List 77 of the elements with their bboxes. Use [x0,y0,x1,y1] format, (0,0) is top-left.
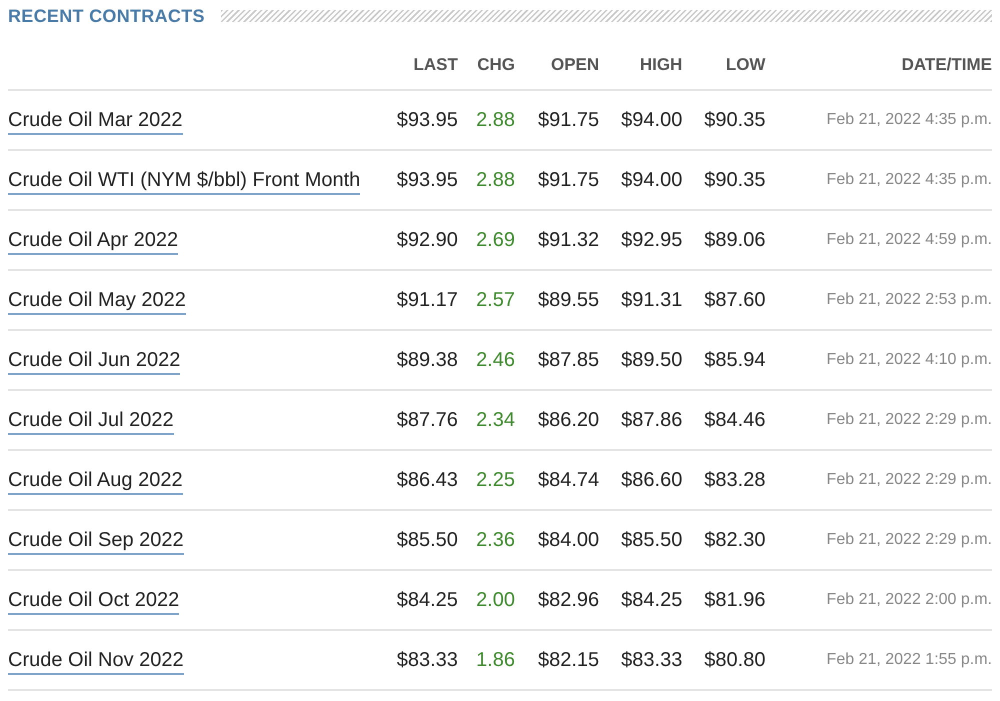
section-title: RECENT CONTRACTS [8,6,205,26]
table-cell: 2.69 [458,210,515,270]
table-cell: $94.00 [599,150,682,210]
column-header: LAST [384,41,458,90]
table-cell: Feb 21, 2022 4:35 p.m. [765,150,992,210]
contract-link[interactable]: Crude Oil Mar 2022 [8,108,183,134]
table-cell: 2.25 [458,450,515,510]
table-cell: $90.35 [682,90,766,150]
table-cell: $91.75 [515,90,600,150]
contract-link[interactable]: Crude Oil Jun 2022 [8,348,180,374]
contract-link[interactable]: Crude Oil Apr 2022 [8,228,178,254]
table-cell: $89.55 [515,270,600,330]
table-cell: $94.00 [599,90,682,150]
table-cell: $91.32 [515,210,600,270]
table-cell: 2.88 [458,150,515,210]
table-cell: $85.94 [682,330,766,390]
table-cell: $81.96 [682,570,766,630]
table-cell: 2.00 [458,570,515,630]
table-cell: $86.60 [599,450,682,510]
table-cell: $87.60 [682,270,766,330]
table-cell: $91.17 [384,270,458,330]
column-header: DATE/TIME [765,41,992,90]
table-cell: 1.86 [458,630,515,690]
table-cell: $83.28 [682,450,766,510]
table-cell: $87.76 [384,390,458,450]
table-cell: Feb 21, 2022 2:53 p.m. [765,270,992,330]
contract-link[interactable]: Crude Oil Nov 2022 [8,648,184,674]
table-cell: 2.34 [458,390,515,450]
table-cell: Feb 21, 2022 4:59 p.m. [765,210,992,270]
table-cell: $84.46 [682,390,766,450]
table-cell: $84.25 [384,570,458,630]
table-cell: $93.95 [384,150,458,210]
table-cell: $86.43 [384,450,458,510]
table-cell: $87.86 [599,390,682,450]
table-cell: $82.15 [515,630,600,690]
table-cell: $84.25 [599,570,682,630]
column-header: LOW [682,41,766,90]
table-cell: Feb 21, 2022 2:00 p.m. [765,570,992,630]
column-header: OPEN [515,41,600,90]
table-cell: Feb 21, 2022 2:29 p.m. [765,390,992,450]
table-cell: Feb 21, 2022 2:29 p.m. [765,510,992,570]
table-cell: $89.06 [682,210,766,270]
table-cell: 2.57 [458,270,515,330]
table-cell: $91.75 [515,150,600,210]
contract-link[interactable]: Crude Oil Jul 2022 [8,408,174,434]
table-cell: $83.33 [384,630,458,690]
contract-link[interactable]: Crude Oil May 2022 [8,288,186,314]
contract-link[interactable]: Crude Oil Aug 2022 [8,468,183,494]
table-cell: $90.35 [682,150,766,210]
table-cell: $80.80 [682,630,766,690]
table-cell: $87.85 [515,330,600,390]
table-cell: 2.88 [458,90,515,150]
table-cell: 2.46 [458,330,515,390]
column-header: CHG [458,41,515,90]
contract-link[interactable]: Crude Oil Sep 2022 [8,528,184,554]
table-cell: $93.95 [384,90,458,150]
table-cell: $92.90 [384,210,458,270]
table-cell: Feb 21, 2022 4:10 p.m. [765,330,992,390]
table-cell: Feb 21, 2022 4:35 p.m. [765,90,992,150]
table-cell: $89.38 [384,330,458,390]
table-cell: $89.50 [599,330,682,390]
table-cell: $83.33 [599,630,682,690]
table-cell: $82.96 [515,570,600,630]
table-cell: $85.50 [384,510,458,570]
table-cell: 2.36 [458,510,515,570]
contract-link[interactable]: Crude Oil WTI (NYM $/bbl) Front Month [8,168,360,194]
contract-link[interactable]: Crude Oil Oct 2022 [8,588,180,614]
table-cell: Feb 21, 2022 1:55 p.m. [765,630,992,690]
table-cell: $92.95 [599,210,682,270]
table-cell: $82.30 [682,510,766,570]
table-cell: $84.00 [515,510,600,570]
column-header: HIGH [599,41,682,90]
table-cell: Feb 21, 2022 2:29 p.m. [765,450,992,510]
table-cell: $84.74 [515,450,600,510]
table-cell: $86.20 [515,390,600,450]
table-cell: $85.50 [599,510,682,570]
table-cell: $91.31 [599,270,682,330]
